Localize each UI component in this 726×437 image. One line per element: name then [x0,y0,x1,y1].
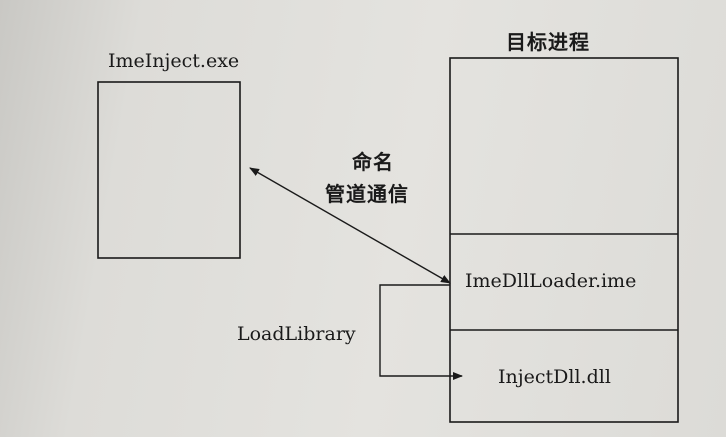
channel-label-line2: 管道通信 [325,182,409,206]
injector-box [97,81,241,259]
diagram-canvas: ImeInject.exe 目标进程 ImeDllLoader.ime Inje… [0,0,726,437]
channel-label-line1: 命名 [352,150,394,174]
loadlibrary-label: LoadLibrary [237,323,356,345]
module-imedllloader: ImeDllLoader.ime [465,270,637,292]
injector-title: ImeInject.exe [108,50,240,72]
module-injectdll: InjectDll.dll [498,366,611,388]
target-process-title: 目标进程 [506,30,590,54]
